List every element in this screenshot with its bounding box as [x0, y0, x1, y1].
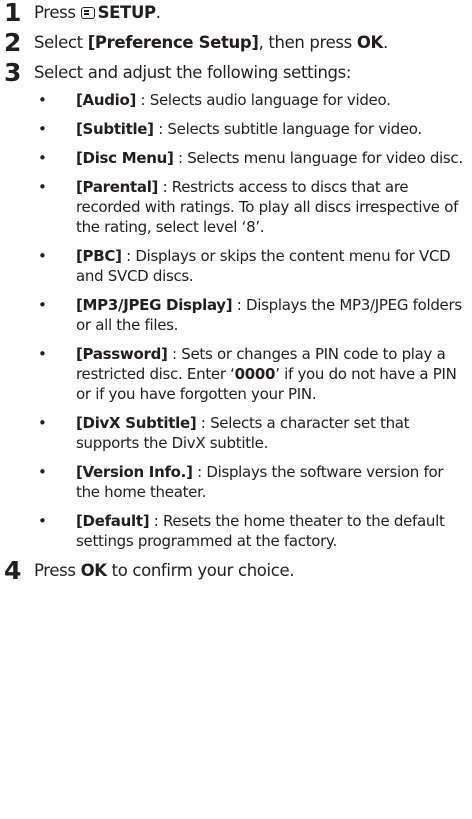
- step-4: 4 Press OK to confirm your choice.: [0, 556, 472, 585]
- step-text: Press OK to confirm your choice.: [34, 560, 472, 582]
- settings-list-item: • [Subtitle] : Selects subtitle language …: [0, 119, 472, 139]
- step-3: 3 Select and adjust the following settin…: [0, 58, 472, 87]
- step-number: 3: [4, 58, 22, 87]
- bullet-icon: •: [38, 512, 47, 530]
- settings-list-item: • [PBC] : Displays or skips the content m…: [0, 246, 472, 286]
- setting-name: [Default]: [76, 512, 150, 530]
- setting-name: [Parental]: [76, 178, 159, 196]
- settings-list-item: • [Disc Menu] : Selects menu language for…: [0, 148, 472, 168]
- bullet-icon: •: [38, 247, 47, 265]
- setup-key-label: SETUP: [97, 3, 157, 22]
- bullet-icon: •: [38, 414, 47, 432]
- default-pin-code: 0000: [234, 365, 276, 383]
- ok-key-label: OK: [80, 561, 107, 580]
- bullet-icon: •: [38, 149, 47, 167]
- step-2: 2 Select [Preference Setup], then press …: [0, 28, 472, 57]
- step-text-pre: Press: [34, 561, 81, 580]
- instruction-page: 1 Press SETUP. 2 Select [Preference Setu…: [0, 0, 472, 819]
- setting-name: [PBC]: [76, 247, 122, 265]
- ok-key-label: OK: [356, 33, 383, 52]
- settings-list-item: • [DivX Subtitle] : Selects a character s…: [0, 413, 472, 453]
- bullet-icon: •: [38, 463, 47, 481]
- step-1: 1 Press SETUP.: [0, 0, 472, 27]
- step-text-pre: Select: [34, 33, 88, 52]
- bullet-icon: •: [38, 296, 47, 314]
- setting-name: [MP3/JPEG Display]: [76, 296, 233, 314]
- setup-menu-icon: [80, 7, 95, 19]
- settings-list-item: • [Parental] : Restricts access to discs …: [0, 177, 472, 237]
- setting-name: [Disc Menu]: [76, 149, 174, 167]
- settings-list: • [Audio] : Selects audio language for vi…: [0, 90, 472, 551]
- bullet-icon: •: [38, 120, 47, 138]
- step-number: 2: [4, 28, 22, 57]
- step-text: Select and adjust the following settings…: [34, 63, 352, 82]
- step-number: 4: [4, 556, 22, 585]
- setting-description: : Displays or skips the content menu for…: [76, 247, 451, 285]
- bullet-icon: •: [38, 91, 47, 109]
- menu-option-label: [Preference Setup]: [87, 33, 259, 52]
- setting-name: [Audio]: [76, 91, 137, 109]
- step-text-post: .: [155, 3, 161, 22]
- setting-name: [DivX Subtitle]: [76, 414, 197, 432]
- settings-list-item: • [Version Info.] : Displays the software…: [0, 462, 472, 502]
- settings-list-item: • [Password] : Sets or changes a PIN code…: [0, 344, 472, 404]
- step-text: Press SETUP.: [34, 2, 472, 24]
- settings-list-item: • [Audio] : Selects audio language for vi…: [0, 90, 472, 110]
- step-number: 1: [4, 0, 22, 27]
- setting-description: : Selects audio language for video.: [136, 91, 391, 109]
- setting-description: : Selects menu language for video disc.: [173, 149, 463, 167]
- settings-list-item: • [MP3/JPEG Display] : Displays the MP3/J…: [0, 295, 472, 335]
- setting-name: [Version Info.]: [76, 463, 193, 481]
- step-text-pre: Press: [34, 3, 81, 22]
- settings-list-item: • [Default] : Resets the home theater to …: [0, 511, 472, 551]
- step-text-post: to confirm your choice.: [106, 561, 295, 580]
- bullet-icon: •: [38, 178, 47, 196]
- setting-description: : Selects subtitle language for video.: [153, 120, 422, 138]
- setting-name: [Password]: [76, 345, 168, 363]
- step-text: Select [Preference Setup], then press OK…: [34, 32, 472, 54]
- step-text-post: .: [382, 33, 388, 52]
- bullet-icon: •: [38, 345, 47, 363]
- step-text-mid: , then press: [258, 33, 357, 52]
- setting-name: [Subtitle]: [76, 120, 154, 138]
